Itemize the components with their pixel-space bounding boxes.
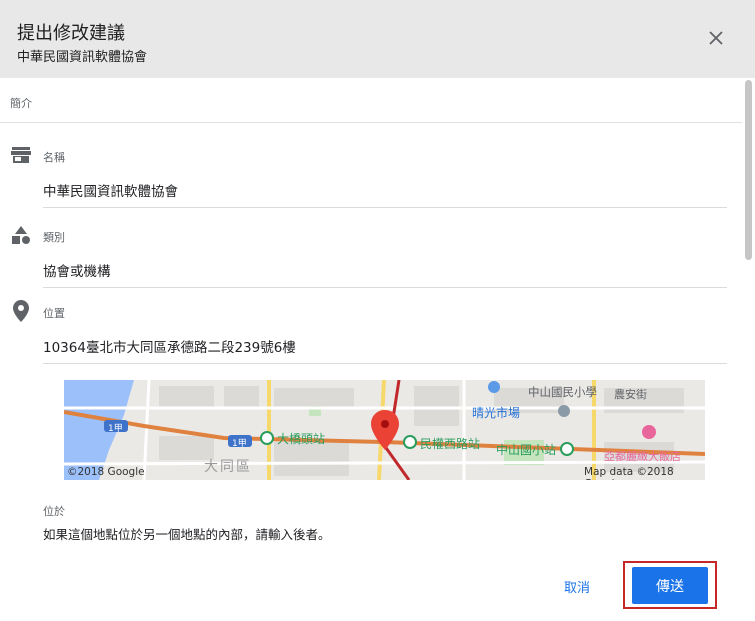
close-icon bbox=[709, 31, 723, 45]
map-preview[interactable]: 中山國民小學 農安街 晴光市場 大橋頭站 民權西路站 中山國小站 大同區 亞都麗… bbox=[64, 380, 705, 480]
map-label-nongan-street: 農安街 bbox=[614, 388, 647, 401]
address-field[interactable]: 10364臺北市大同區承德路二段239號6樓 bbox=[43, 336, 727, 364]
map-label-minquan-station: 民權西路站 bbox=[420, 437, 481, 451]
location-pin-icon bbox=[10, 300, 32, 322]
map-copyright: ©2018 Google bbox=[67, 466, 145, 478]
route-shield-1a-mid: 1甲 bbox=[232, 439, 247, 449]
map-label-datong-district: 大同區 bbox=[204, 459, 252, 475]
storefront-icon bbox=[10, 144, 32, 166]
route-shield-1a-left: 1甲 bbox=[108, 424, 123, 434]
category-shapes-icon bbox=[10, 224, 32, 246]
send-button[interactable]: 傳送 bbox=[632, 567, 708, 604]
category-label: 類別 bbox=[43, 231, 65, 244]
divider bbox=[0, 122, 742, 123]
map-data-attribution: Map data ©2018 Google bbox=[584, 466, 674, 480]
map-label-qingguang-market: 晴光市場 bbox=[472, 406, 521, 420]
map-label-zhongshan-elementary: 中山國民小學 bbox=[528, 385, 597, 399]
map-label-zhongshan-elem-station: 中山國小站 bbox=[496, 443, 557, 457]
dialog-header: 提出修改建議 中華民國資訊軟體協會 bbox=[0, 0, 755, 78]
name-field[interactable]: 中華民國資訊軟體協會 bbox=[43, 180, 727, 208]
map-label-daqiaotou-station: 大橋頭站 bbox=[277, 432, 326, 446]
map-label-ambassador-hotel: 亞都麗緻大飯店 bbox=[604, 450, 681, 463]
located-in-label: 位於 bbox=[43, 505, 65, 518]
category-field[interactable]: 協會或機構 bbox=[43, 260, 727, 288]
place-name-subtitle: 中華民國資訊軟體協會 bbox=[17, 50, 148, 65]
cancel-button[interactable]: 取消 bbox=[552, 572, 602, 600]
location-label: 位置 bbox=[43, 307, 65, 320]
dialog-title: 提出修改建議 bbox=[17, 23, 125, 44]
close-button[interactable] bbox=[700, 22, 732, 54]
scrollbar-thumb[interactable] bbox=[745, 80, 752, 260]
located-in-field[interactable]: 如果這個地點位於另一個地點的內部，請輸入後者。 bbox=[43, 524, 331, 543]
name-label: 名稱 bbox=[43, 151, 65, 164]
intro-label: 簡介 bbox=[10, 97, 32, 110]
